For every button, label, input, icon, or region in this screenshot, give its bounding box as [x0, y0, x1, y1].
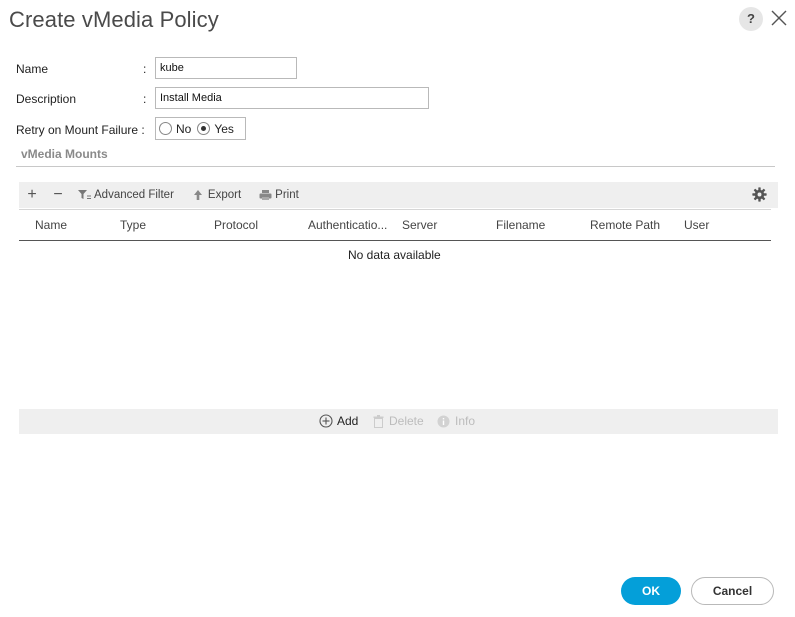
- column-header-type[interactable]: Type: [120, 218, 146, 232]
- filter-icon: [78, 190, 91, 199]
- delete-button[interactable]: Delete: [373, 414, 424, 428]
- name-colon: :: [143, 62, 147, 76]
- info-label: Info: [455, 414, 476, 428]
- info-icon: [437, 415, 450, 427]
- table-action-bar: Add Delete Info: [19, 409, 778, 434]
- add-row-button[interactable]: +: [26, 186, 38, 204]
- export-label: Export: [207, 189, 242, 201]
- name-input[interactable]: [155, 57, 297, 79]
- description-label: Description: [16, 92, 77, 106]
- export-button[interactable]: Export: [192, 189, 241, 201]
- retry-no-label[interactable]: No: [176, 122, 191, 136]
- section-divider: [16, 166, 775, 167]
- plus-icon: +: [27, 186, 37, 203]
- table-header: Name Type Protocol Authenticatio... Serv…: [19, 209, 771, 241]
- retry-no-radio[interactable]: [159, 122, 172, 135]
- export-icon: [193, 190, 202, 200]
- column-header-remote-path[interactable]: Remote Path: [590, 218, 660, 232]
- gear-icon[interactable]: [751, 186, 768, 203]
- add-label: Add: [337, 414, 359, 428]
- table-toolbar: + − Advanced Filter Export Print: [19, 182, 778, 208]
- column-header-filename[interactable]: Filename: [496, 218, 545, 232]
- info-button[interactable]: Info: [437, 414, 475, 428]
- name-label: Name: [16, 62, 49, 76]
- retry-label: Retry on Mount Failure :: [16, 123, 145, 137]
- remove-row-button[interactable]: −: [52, 186, 64, 204]
- delete-label: Delete: [389, 414, 424, 428]
- add-circle-icon: [319, 414, 333, 428]
- minus-icon: −: [53, 186, 63, 203]
- retry-radio-group: No Yes: [155, 117, 246, 140]
- advanced-filter-button[interactable]: Advanced Filter: [78, 189, 174, 201]
- empty-table-message: No data available: [348, 248, 441, 262]
- section-title: vMedia Mounts: [21, 147, 108, 161]
- help-button[interactable]: ?: [739, 7, 763, 31]
- delete-icon: [373, 414, 384, 428]
- advanced-filter-label: Advanced Filter: [94, 189, 174, 201]
- add-button[interactable]: Add: [319, 414, 358, 428]
- column-header-name[interactable]: Name: [35, 218, 67, 232]
- column-header-protocol[interactable]: Protocol: [214, 218, 258, 232]
- column-header-authentication[interactable]: Authenticatio...: [308, 218, 387, 232]
- dialog-title: Create vMedia Policy: [9, 7, 219, 32]
- close-icon[interactable]: [769, 8, 789, 28]
- column-header-user[interactable]: User: [684, 218, 709, 232]
- print-button[interactable]: Print: [259, 189, 299, 201]
- description-input[interactable]: [155, 87, 429, 109]
- retry-yes-radio[interactable]: [197, 122, 211, 135]
- print-icon: [259, 190, 272, 200]
- retry-yes-label[interactable]: Yes: [214, 122, 234, 136]
- column-header-server[interactable]: Server: [402, 218, 437, 232]
- cancel-button[interactable]: Cancel: [691, 577, 774, 605]
- description-colon: :: [143, 92, 147, 106]
- ok-button[interactable]: OK: [621, 577, 681, 605]
- print-label: Print: [275, 189, 299, 201]
